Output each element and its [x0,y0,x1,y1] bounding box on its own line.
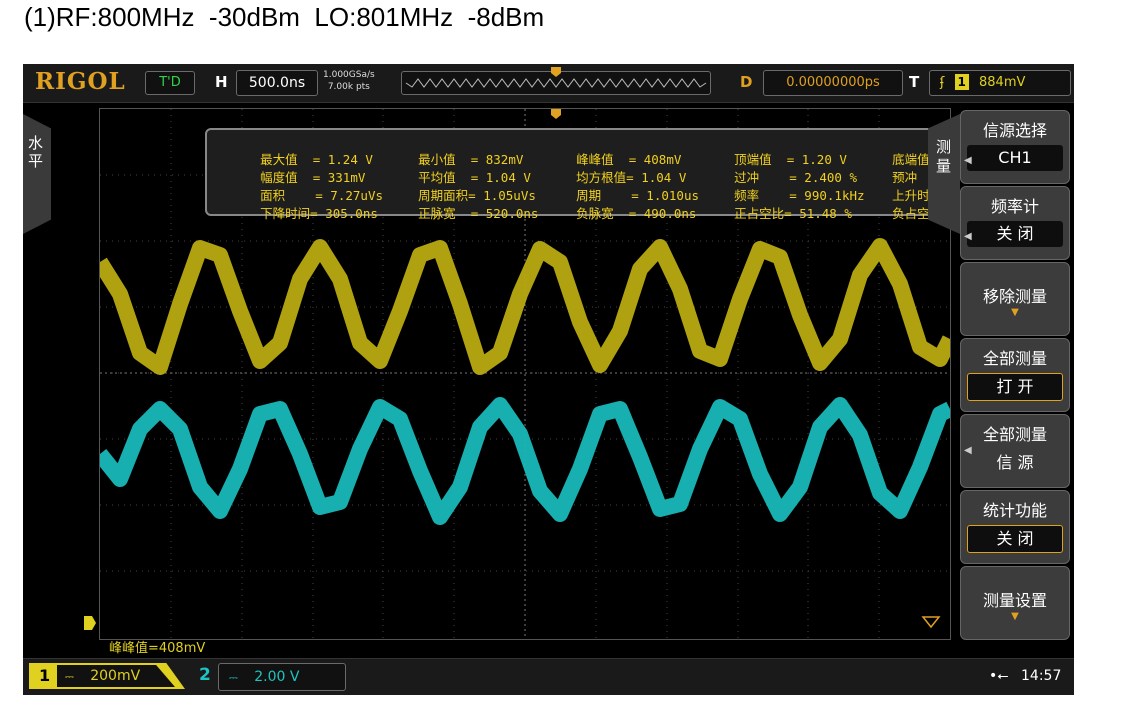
dc-coupling-icon: ⎓ [65,670,74,683]
statistics-button[interactable]: 统计功能 关 闭 [960,490,1070,564]
chevron-down-icon: ▼ [1011,611,1019,622]
clock: 14:57 [1021,668,1062,684]
horizontal-label: H [215,73,228,91]
frequency-counter-title: 频率计 [990,197,1039,216]
dc-coupling-icon: ⎓ [229,671,238,684]
trigger-label: T [909,73,920,91]
bottom-status-bar: 1 ⎓ 200mV 2 ⎓ 2.00 V •⭠ 14:57 [23,658,1074,695]
sample-info: 1.000GSa/s 7.00k pts [323,69,375,93]
rigol-logo: RIGOL [35,68,126,95]
trigger-position-icon [551,67,561,77]
caption-title: (1)RF:800MHz -30dBm LO:801MHz -8dBm [24,2,545,32]
ch2-scale: 2.00 V [254,669,300,685]
timebase-value[interactable]: 500.0ns [236,70,318,96]
delay-label: D [740,73,753,91]
ch1-scale: 200mV [90,668,141,684]
ch1-ground-marker-icon [84,616,96,630]
all-measure-button[interactable]: 全部测量 打 开 [960,338,1070,412]
statistics-title: 统计功能 [982,501,1047,520]
horizontal-menu-tab[interactable]: 水平 [23,114,51,234]
measure-settings-button[interactable]: 测量设置 ▼ [960,566,1070,640]
measure-pduty: 正占空比= 51.48 % [734,206,852,221]
ch1-number: 1 [39,666,51,685]
ch1-scale-box: ⎓ 200mV [57,665,175,687]
trigger-mode-indicator: T'D [145,71,195,95]
frequency-counter-button[interactable]: 频率计 ◀ 关 闭 [960,186,1070,260]
frequency-counter-value: 关 闭 [967,221,1063,247]
trigger-level-marker-icon [921,616,941,629]
ch1-waveform [93,238,958,375]
delay-value[interactable]: 0.00000000ps [763,70,903,96]
measure-nwidth: 负脉宽 = 490.0ns [576,206,697,221]
ch2-status[interactable]: ⎓ 2.00 V [218,663,346,691]
sample-rate: 1.000GSa/s [323,70,375,80]
measurement-panel: 最大值 = 1.24 V 最小值 = 832mV 峰峰值 = 408mV 顶端值 = … [205,128,957,221]
trigger-channel-badge: 1 [954,74,969,90]
chevron-left-icon: ◀ [964,155,972,166]
rising-edge-icon: ʄ [940,75,945,90]
top-status-bar: RIGOL T'D H 500.0ns 1.000GSa/s 7.00k pts… [23,64,1074,103]
measure-pwidth: 正脉宽 = 520.0ns [418,206,539,221]
chevron-down-icon: ▼ [1011,307,1019,318]
trigger-level: 884mV [979,75,1026,90]
measure-settings-title: 测量设置 [982,591,1047,610]
chevron-left-icon: ◀ [964,445,972,456]
source-select-button[interactable]: 信源选择 ◀ CH1 [960,110,1070,184]
remove-measure-title: 移除测量 [982,287,1047,306]
source-select-title: 信源选择 [982,121,1047,140]
source-select-value: CH1 [967,145,1063,171]
trigger-settings[interactable]: ʄ 1 884mV [929,70,1071,96]
horizontal-tab-label: 水平 [28,134,44,170]
chevron-left-icon: ◀ [964,231,972,242]
measure-menu-tab[interactable]: 测量 [928,114,960,234]
ch2-number[interactable]: 2 [199,665,211,685]
usb-icon: •⭠ [989,668,1009,684]
statistics-value: 关 闭 [967,525,1063,553]
all-measure-title: 全部测量 [982,349,1047,368]
measure-tab-label: 测量 [936,138,952,175]
measurement-row: 下降时间= 305.0ns 正脉宽 = 520.0ns 负脉宽 = 490.0ns 正… [215,188,950,237]
trigger-marker-icon [551,109,561,119]
all-measure-source-button[interactable]: 全部测量 ◀ 信 源 [960,414,1070,488]
all-measure-source-value: 信 源 [996,453,1034,472]
oscilloscope-screen: RIGOL T'D H 500.0ns 1.000GSa/s 7.00k pts… [23,64,1074,695]
all-measure-value: 打 开 [967,373,1063,401]
ch1-status[interactable]: 1 ⎓ 200mV [29,663,185,689]
remove-measure-button[interactable]: 移除测量 ▼ [960,262,1070,336]
measure-fall: 下降时间= 305.0ns [260,206,378,221]
memory-depth: 7.00k pts [327,82,370,92]
measure-summary: 峰峰值=408mV [109,641,206,656]
all-measure-source-title: 全部测量 [982,425,1047,444]
